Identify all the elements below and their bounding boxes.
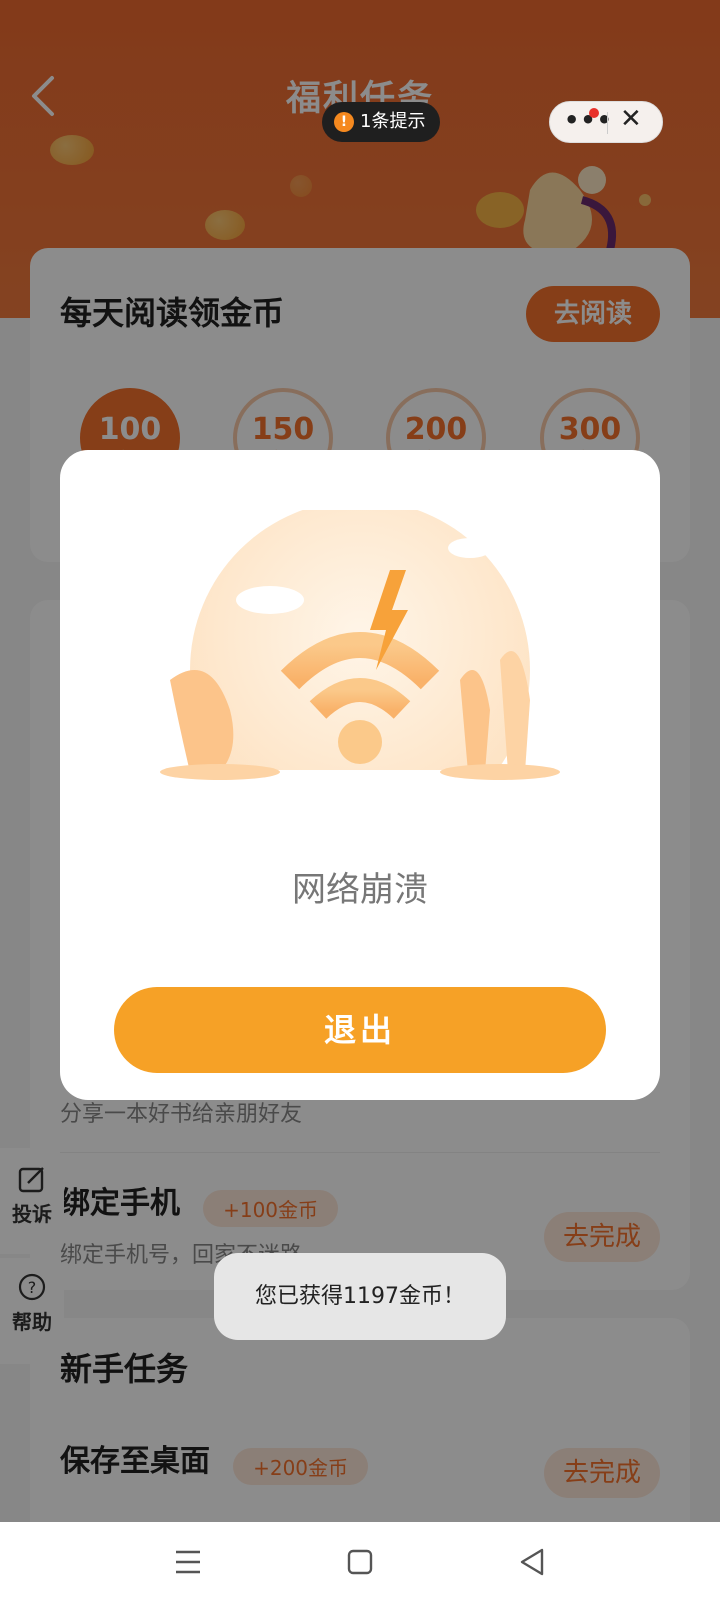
red-dot-badge (589, 108, 599, 118)
network-error-dialog: 网络崩溃 退出 (60, 450, 660, 1100)
error-message: 网络崩溃 (292, 870, 428, 910)
home-icon[interactable] (340, 1542, 380, 1582)
warning-icon: ! (334, 112, 354, 132)
close-icon[interactable]: ✕ (620, 104, 642, 134)
exit-button[interactable]: 退出 (114, 987, 606, 1073)
network-broken-illustration-icon (150, 510, 570, 810)
notice-badge[interactable]: ! 1条提示 (322, 102, 440, 142)
menu-icon[interactable] (168, 1542, 208, 1582)
notice-text: 1条提示 (360, 111, 426, 132)
back-icon[interactable] (512, 1542, 552, 1582)
mini-program-capsule: ••• ✕ (549, 101, 663, 143)
system-nav-bar (0, 1522, 720, 1601)
coins-toast: 您已获得1197金币！ (214, 1253, 506, 1340)
capsule-divider (607, 112, 608, 134)
